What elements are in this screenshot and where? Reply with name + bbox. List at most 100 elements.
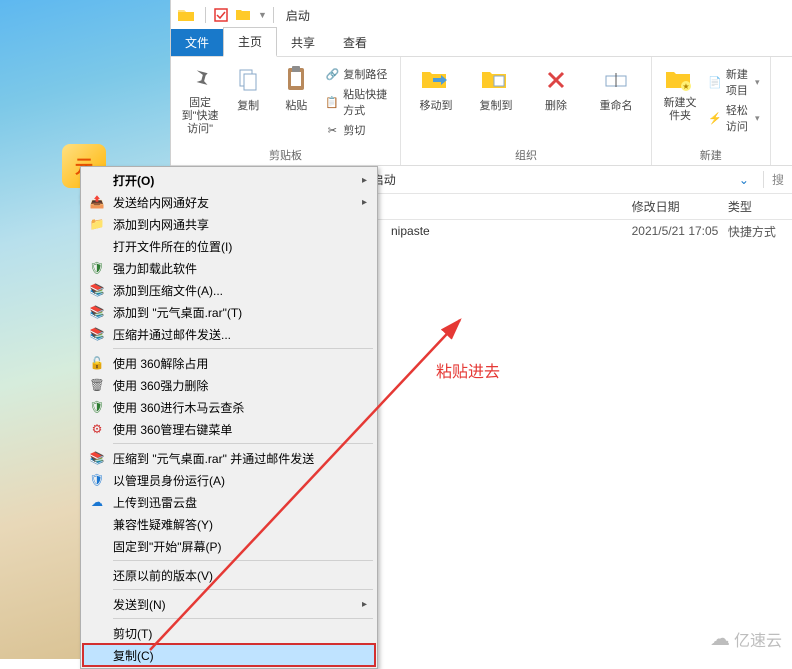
shield-icon: 🛡: [87, 260, 107, 276]
menu-copy[interactable]: 复制(C): [83, 644, 375, 666]
copy-path-button[interactable]: 🔗 复制路径: [323, 65, 392, 83]
menu-360-forcedel[interactable]: 🗑使用 360强力删除: [83, 374, 375, 396]
file-name: nipaste: [391, 224, 632, 238]
column-type[interactable]: 类型: [728, 198, 792, 215]
paste-shortcut-icon: 📋: [325, 95, 339, 109]
newfolder-icon: ★: [665, 65, 695, 95]
menu-label: 添加到内网通共享: [113, 216, 209, 233]
menu-sendto[interactable]: 发送到(N)▸: [83, 593, 375, 615]
moveto-button[interactable]: 移动到: [409, 61, 463, 113]
menu-share-internal[interactable]: 📁添加到内网通共享: [83, 213, 375, 235]
menu-label: 还原以前的版本(V): [113, 567, 213, 584]
paste-label: 粘贴: [275, 97, 317, 113]
rename-label: 重命名: [589, 97, 643, 113]
rename-button[interactable]: 重命名: [589, 61, 643, 113]
pin-quickaccess-button[interactable]: 固定到"快速访问": [179, 61, 221, 137]
moveto-icon: [421, 65, 451, 95]
menu-run-admin[interactable]: 🛡以管理员身份运行(A): [83, 469, 375, 491]
menu-open-location[interactable]: 打开文件所在的位置(I): [83, 235, 375, 257]
shield-green-icon: 🛡: [87, 399, 107, 415]
tab-file[interactable]: 文件: [171, 29, 223, 56]
menu-label: 压缩并通过邮件发送...: [113, 326, 231, 343]
newitem-button[interactable]: 📄新建项目▾: [706, 65, 761, 99]
delete-label: 删除: [529, 97, 583, 113]
menu-open[interactable]: 打开(O)▸: [83, 169, 375, 191]
chevron-down-icon[interactable]: ▼: [258, 10, 267, 20]
menu-360-trojan[interactable]: 🛡使用 360进行木马云查杀: [83, 396, 375, 418]
refresh-chevron-icon[interactable]: ⌄: [739, 173, 749, 187]
checkbox-icon[interactable]: [212, 6, 230, 24]
copyto-label: 复制到: [469, 97, 523, 113]
chevron-right-icon: ▸: [362, 175, 367, 186]
newfolder-label: 新建文件夹: [660, 97, 700, 123]
menu-troubleshoot[interactable]: 兼容性疑难解答(Y): [83, 513, 375, 535]
menu-xunlei[interactable]: ☁上传到迅雷云盘: [83, 491, 375, 513]
paste-shortcut-label: 粘贴快捷方式: [343, 86, 390, 118]
folder-small-icon[interactable]: [234, 6, 252, 24]
menu-force-uninstall[interactable]: 🛡 强力卸载此软件: [83, 257, 375, 279]
menu-divider: [113, 589, 373, 590]
menu-360-menu[interactable]: ⚙ 使用 360管理右键菜单: [83, 418, 375, 440]
menu-360-unlock[interactable]: 🔓使用 360解除占用: [83, 352, 375, 374]
menu-pin-start[interactable]: 固定到"开始"屏幕(P): [83, 535, 375, 557]
trash-icon: 🗑: [87, 377, 107, 393]
menu-label: 剪切(T): [113, 625, 152, 642]
chevron-right-icon: ▸: [362, 197, 367, 208]
menu-label: 复制(C): [113, 647, 154, 664]
menu-divider: [113, 443, 373, 444]
titlebar: ▼ 启动: [171, 0, 792, 30]
column-date[interactable]: 修改日期: [632, 198, 728, 215]
menu-send-friend[interactable]: 📤 发送给内网通好友 ▸: [83, 191, 375, 213]
menu-compress-rar2[interactable]: 📚 压缩到 "元气桌面.rar" 并通过邮件发送: [83, 447, 375, 469]
search-button[interactable]: 搜: [763, 171, 784, 188]
copyto-button[interactable]: 复制到: [469, 61, 523, 113]
file-date: 2021/5/21 17:05: [632, 224, 728, 238]
pin-icon: [185, 65, 215, 95]
newitem-label: 新建项目: [726, 66, 751, 98]
menu-compress-email[interactable]: 📚 压缩并通过邮件发送...: [83, 323, 375, 345]
copyto-icon: [481, 65, 511, 95]
menu-label: 强力卸载此软件: [113, 260, 197, 277]
delete-button[interactable]: 删除: [529, 61, 583, 113]
properties-button[interactable]: 属性: [779, 61, 792, 113]
svg-text:★: ★: [682, 82, 689, 91]
archive-icon: 📚: [87, 304, 107, 320]
lock-icon: 🔓: [87, 355, 107, 371]
ribbon-group-clipboard: 固定到"快速访问" 复制 粘贴 🔗 复制路径 📋 粘贴快捷方式 ✂剪切 剪贴板: [171, 57, 401, 165]
paste-button[interactable]: 粘贴: [275, 61, 317, 113]
menu-cut[interactable]: 剪切(T): [83, 622, 375, 644]
cloud-upload-icon: ☁: [87, 494, 107, 510]
paste-shortcut-button[interactable]: 📋 粘贴快捷方式: [323, 85, 392, 119]
menu-add-rar[interactable]: 📚添加到 "元气桌面.rar"(T): [83, 301, 375, 323]
clipboard-group-label: 剪贴板: [179, 145, 392, 163]
copy-path-label: 复制路径: [343, 66, 387, 82]
admin-shield-icon: 🛡: [87, 472, 107, 488]
archive-icon: 📚: [87, 326, 107, 342]
menu-label: 发送到(N): [113, 596, 166, 613]
menu-label: 使用 360管理右键菜单: [113, 421, 232, 438]
archive-icon: 📚: [87, 282, 107, 298]
menu-restore[interactable]: 还原以前的版本(V): [83, 564, 375, 586]
menu-add-archive[interactable]: 📚 添加到压缩文件(A)...: [83, 279, 375, 301]
menu-divider: [113, 560, 373, 561]
menu-label: 发送给内网通好友: [113, 194, 209, 211]
cut-button[interactable]: ✂剪切: [323, 121, 392, 139]
copy-path-icon: 🔗: [325, 67, 339, 81]
archive-icon: 📚: [87, 450, 107, 466]
easyaccess-button[interactable]: ⚡轻松访问▾: [706, 101, 761, 135]
tab-share[interactable]: 共享: [277, 29, 329, 56]
menu-label: 打开文件所在的位置(I): [113, 238, 232, 255]
menu-label: 添加到压缩文件(A)...: [113, 282, 223, 299]
ribbon: 固定到"快速访问" 复制 粘贴 🔗 复制路径 📋 粘贴快捷方式 ✂剪切 剪贴板: [171, 56, 792, 166]
newfolder-button[interactable]: ★ 新建文件夹: [660, 61, 700, 123]
menu-label: 压缩到 "元气桌面.rar" 并通过邮件发送: [113, 450, 314, 467]
new-group-label: 新建: [660, 145, 762, 163]
tab-home[interactable]: 主页: [223, 27, 277, 57]
copy-button[interactable]: 复制: [227, 61, 269, 113]
rename-icon: [601, 65, 631, 95]
send-icon: 📤: [87, 194, 107, 210]
gear-icon: ⚙: [87, 421, 107, 437]
tab-view[interactable]: 查看: [329, 29, 381, 56]
menu-divider: [113, 618, 373, 619]
organize-group-label: 组织: [409, 145, 643, 163]
